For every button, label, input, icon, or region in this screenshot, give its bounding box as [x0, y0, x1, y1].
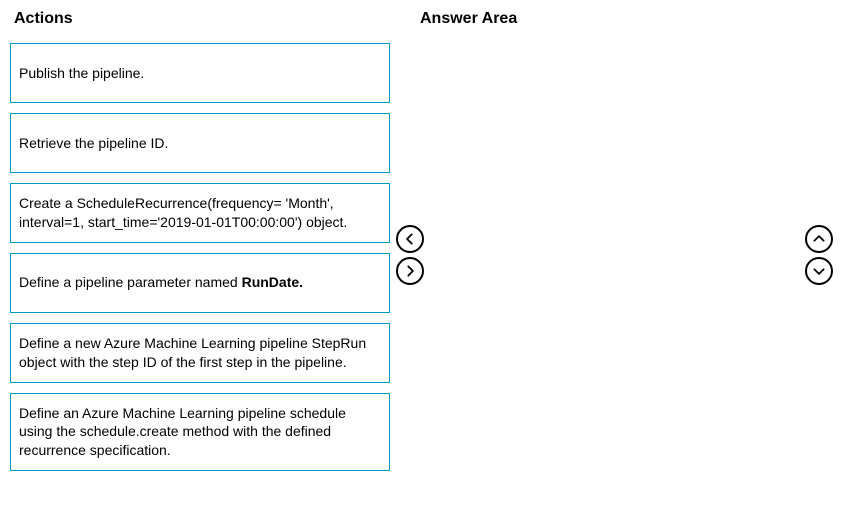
action-prefix: Define a pipeline parameter named — [19, 274, 242, 290]
action-item[interactable]: Define an Azure Machine Learning pipelin… — [10, 393, 390, 472]
action-text: Publish the pipeline. — [19, 64, 144, 83]
actions-heading: Actions — [14, 10, 390, 28]
move-right-button[interactable] — [396, 257, 424, 285]
answer-heading: Answer Area — [420, 10, 837, 28]
action-text: Define a new Azure Machine Learning pipe… — [19, 334, 381, 372]
move-up-button[interactable] — [805, 225, 833, 253]
chevron-down-icon — [812, 264, 826, 278]
move-up-down-controls — [805, 225, 833, 285]
chevron-left-icon — [403, 232, 417, 246]
action-item[interactable]: Define a new Azure Machine Learning pipe… — [10, 323, 390, 383]
answer-column: Answer Area — [390, 10, 837, 497]
action-item[interactable]: Publish the pipeline. — [10, 43, 390, 103]
action-text: Define a pipeline parameter named RunDat… — [19, 273, 303, 292]
move-left-button[interactable] — [396, 225, 424, 253]
action-text: Retrieve the pipeline ID. — [19, 134, 168, 153]
action-item[interactable]: Create a ScheduleRecurrence(frequency= '… — [10, 183, 390, 243]
action-text: Create a ScheduleRecurrence(frequency= '… — [19, 194, 381, 232]
action-text: Define an Azure Machine Learning pipelin… — [19, 404, 381, 461]
action-bold: RunDate. — [242, 274, 303, 290]
move-down-button[interactable] — [805, 257, 833, 285]
action-item[interactable]: Define a pipeline parameter named RunDat… — [10, 253, 390, 313]
chevron-right-icon — [403, 264, 417, 278]
actions-column: Actions Publish the pipeline. Retrieve t… — [10, 10, 390, 497]
chevron-up-icon — [812, 232, 826, 246]
action-item[interactable]: Retrieve the pipeline ID. — [10, 113, 390, 173]
move-left-right-controls — [396, 225, 424, 285]
